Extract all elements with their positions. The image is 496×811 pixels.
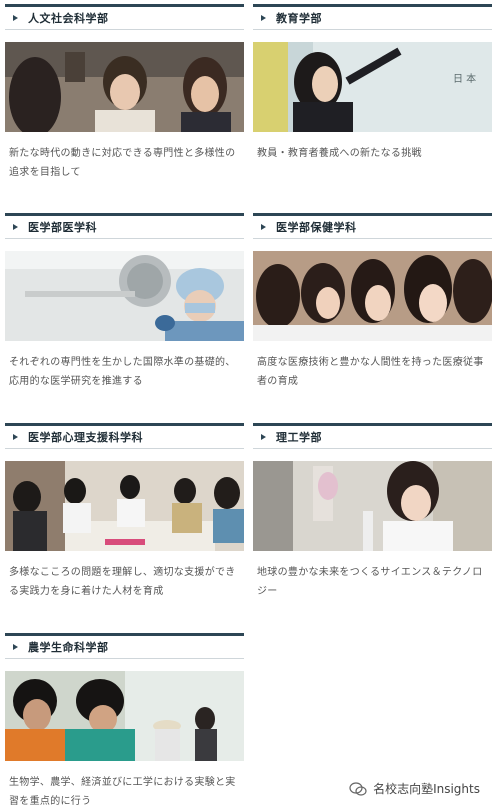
card-description: それぞれの専門性を生かした国際水準の基礎的、応用的な医学研究を推進する: [9, 357, 236, 387]
department-photo: [253, 461, 492, 551]
department-photo: [5, 42, 244, 132]
department-card[interactable]: 医学部医学科 それぞれの専門性を生かした国際水準の基礎的、応用的な医学研究を推進…: [5, 213, 244, 391]
card-header: 医学部医学科: [5, 213, 244, 239]
department-photo: [5, 671, 244, 761]
card-header: 教育学部: [253, 4, 492, 30]
department-photo: 日 本: [253, 42, 492, 132]
department-card[interactable]: 医学部保健学科 高度な医療技術と豊かな人間性を持った医療従事者の育成: [253, 213, 492, 391]
triangle-bullet-icon: [13, 644, 18, 650]
card-description: 新たな時代の動きに対応できる専門性と多様性の追求を目指して: [9, 148, 236, 178]
triangle-bullet-icon: [261, 15, 266, 21]
card-description: 地球の豊かな未来をつくるサイエンス＆テクノロジー: [257, 567, 483, 597]
card-title: 理工学部: [276, 431, 322, 444]
department-photo: [5, 461, 244, 551]
card-header: 農学生命科学部: [5, 633, 244, 659]
card-title: 医学部医学科: [28, 221, 97, 234]
triangle-bullet-icon: [13, 434, 18, 440]
department-card[interactable]: 理工学部 地球の豊かな未来をつくるサイエンス＆テクノロジー: [253, 423, 492, 601]
card-title: 人文社会科学部: [28, 12, 109, 25]
card-header: 医学部心理支援科学科: [5, 423, 244, 449]
svg-text:日 本: 日 本: [453, 72, 476, 85]
card-description: 教員・教育者養成への新たなる挑戦: [257, 148, 422, 159]
card-header: 医学部保健学科: [253, 213, 492, 239]
department-photo: [253, 251, 492, 341]
department-card[interactable]: 医学部心理支援科学科 多様なこころの問題を理解し、適切な支援ができる実践力を身に…: [5, 423, 244, 601]
triangle-bullet-icon: [13, 224, 18, 230]
department-card[interactable]: 教育学部 日 本 教員・教育者養成への新たなる挑戦: [253, 4, 492, 163]
card-title: 教育学部: [276, 12, 322, 25]
card-title: 農学生命科学部: [28, 641, 109, 654]
wechat-logo-icon: [349, 781, 367, 796]
card-description: 生物学、農学、経済並びに工学における実験と実習を重点的に行う: [9, 777, 236, 807]
watermark-label: 名校志向塾Insights: [373, 782, 480, 796]
department-photo: [5, 251, 244, 341]
watermark-badge: 名校志向塾Insights: [349, 780, 480, 797]
card-header: 人文社会科学部: [5, 4, 244, 30]
card-header: 理工学部: [253, 423, 492, 449]
triangle-bullet-icon: [13, 15, 18, 21]
department-card[interactable]: 人文社会科学部 新たな時代の動きに対応できる専門性と多様性の追求を目指して: [5, 4, 244, 182]
card-description: 多様なこころの問題を理解し、適切な支援ができる実践力を身に着けた人材を育成: [9, 567, 236, 597]
department-card[interactable]: 農学生命科学部 生物学、農学、経済並びに工学における実験と実習を重点的に行う: [5, 633, 244, 811]
card-description: 高度な医療技術と豊かな人間性を持った医療従事者の育成: [257, 357, 484, 387]
triangle-bullet-icon: [261, 224, 266, 230]
triangle-bullet-icon: [261, 434, 266, 440]
card-title: 医学部保健学科: [276, 221, 357, 234]
card-title: 医学部心理支援科学科: [28, 431, 143, 444]
